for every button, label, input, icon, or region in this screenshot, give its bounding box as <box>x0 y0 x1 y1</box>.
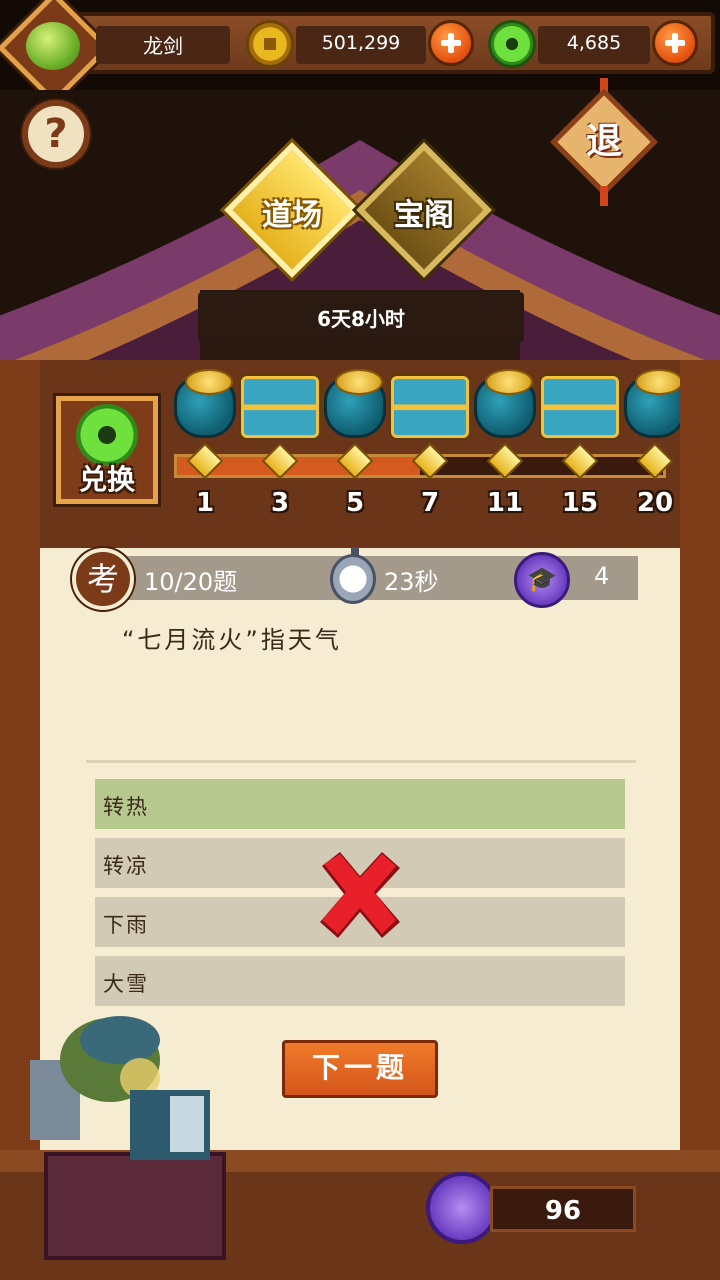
question-text: “七月流火”指天气 <box>122 626 342 654</box>
milestone-label: 7 <box>420 488 440 518</box>
answer-option-label: 转热 <box>103 795 149 819</box>
jade-icon[interactable] <box>76 404 138 466</box>
answer-option-label: 转凉 <box>103 854 149 878</box>
total-points: 96 <box>544 1196 582 1226</box>
tab-dojo-label[interactable]: 道场 <box>232 190 352 234</box>
chest-icon[interactable] <box>391 376 469 438</box>
exit-label[interactable]: 退 <box>566 112 642 164</box>
answer-option-label: 下雨 <box>103 913 149 937</box>
add-jade-button[interactable] <box>652 20 698 66</box>
help-button[interactable]: ? <box>22 100 90 168</box>
gold-coin-icon <box>246 20 294 68</box>
milestone-label: 3 <box>270 488 290 518</box>
milestone-label: 5 <box>345 488 365 518</box>
answer-option-4[interactable]: 大雪 <box>95 956 625 1006</box>
milestone-label: 20 <box>636 488 674 518</box>
jade-amount: 4,685 <box>566 32 622 54</box>
answer-option-1[interactable]: 转热 <box>95 779 625 829</box>
tab-treasure-label[interactable]: 宝阁 <box>364 190 484 234</box>
graduation-cap-icon: 🎓 <box>514 552 570 608</box>
scholar-character-icon <box>30 1016 210 1160</box>
answer-option-label: 大雪 <box>103 972 149 996</box>
next-question-button[interactable]: 下一题 <box>282 1040 438 1098</box>
quiz-timer: 23秒 <box>384 568 439 596</box>
exit-tassel-bottom <box>600 186 608 206</box>
milestone-label: 11 <box>486 488 524 518</box>
coin-bag-icon[interactable] <box>474 369 536 438</box>
add-gold-button[interactable] <box>428 20 474 66</box>
chest-icon[interactable] <box>241 376 319 438</box>
coin-bag-icon[interactable] <box>324 369 386 438</box>
exam-badge: 考 <box>72 548 134 610</box>
open-book-icon <box>44 1152 226 1260</box>
player-name: 龙剑 <box>143 34 183 58</box>
jade-coin-icon <box>488 20 536 68</box>
question-progress: 10/20题 <box>144 568 238 596</box>
graduation-cap-icon <box>426 1172 498 1244</box>
coin-bag-icon[interactable] <box>174 369 236 438</box>
coin-bag-icon[interactable] <box>624 369 686 438</box>
wall-right <box>680 360 720 1160</box>
question-divider <box>86 760 636 763</box>
milestone-label: 15 <box>561 488 599 518</box>
avatar-icon[interactable] <box>26 22 80 70</box>
stopwatch-icon <box>330 547 376 604</box>
event-time-left: 6天8小时 <box>317 307 405 331</box>
quiz-points: 4 <box>594 562 610 590</box>
exchange-label[interactable]: 兑换 <box>56 458 158 498</box>
gold-amount: 501,299 <box>321 32 401 54</box>
milestone-label: 1 <box>195 488 215 518</box>
wrong-answer-icon <box>320 852 400 938</box>
chest-icon[interactable] <box>541 376 619 438</box>
